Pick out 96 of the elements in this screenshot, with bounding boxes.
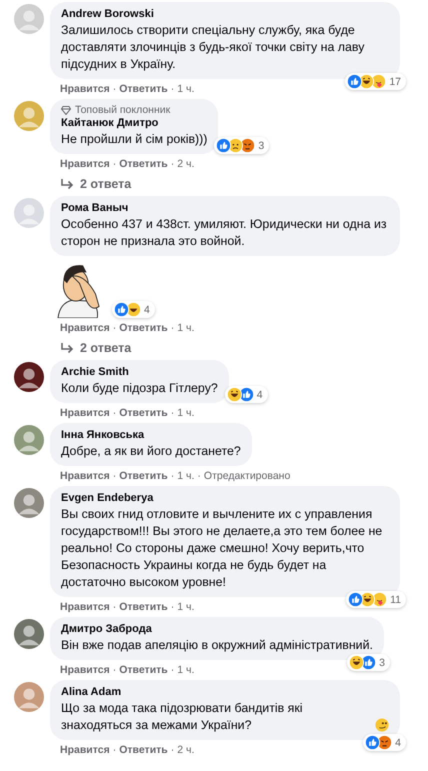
separator: · [170, 600, 174, 614]
action-link[interactable]: Ответить [119, 321, 168, 335]
reaction-count: 4 [256, 388, 264, 400]
separator: · [197, 469, 201, 483]
author-name[interactable]: Інна Янковська [61, 428, 241, 443]
fan-label: Топовый поклонник [75, 104, 170, 116]
action-link[interactable]: Ответить [119, 663, 168, 677]
comment-text: Вы своих гнид отловите и вычлените их с управления государством!!! Вы этого не делаете,а это тем более не реально! Со стороны даже смешно! Хочу верить,что Безопасность Украины когда не будь будет на достаточно высоком уровне! [61, 506, 384, 591]
comment-text: Особенно 437 и 438ст. умиляют. Юридически ни одна из сторон не признала это войной. [61, 216, 388, 250]
action-link[interactable]: Нравится [60, 600, 110, 614]
timestamp[interactable]: 1 ч. [177, 406, 194, 420]
replies-link[interactable]: 2 ответа [50, 171, 132, 193]
reaction-badge[interactable]: 3 [214, 137, 270, 154]
reaction-badge[interactable]: 11 [346, 591, 406, 608]
reaction-count: 3 [258, 140, 266, 152]
reaction-badge[interactable]: 17 [345, 73, 406, 90]
author-name[interactable]: Alina Adam [61, 685, 389, 700]
separator: · [170, 82, 174, 96]
reaction-count: 17 [389, 76, 402, 88]
timestamp[interactable]: 2 ч. [177, 743, 194, 757]
reaction-count: 3 [379, 656, 386, 668]
edited-label: Отредактировано [204, 469, 290, 483]
timestamp[interactable]: 2 ч. [177, 157, 194, 171]
action-link[interactable]: Нравится [60, 469, 110, 483]
comment-text: Добре, а як ви його достанете? [61, 443, 241, 460]
thumbs-up-icon [365, 735, 380, 750]
separator: · [112, 743, 116, 757]
author-name[interactable]: Дмитро Заброда [61, 622, 373, 637]
thumbs-up-icon [114, 302, 129, 317]
reaction-badge[interactable]: 4 [112, 301, 155, 318]
timestamp[interactable]: 1 ч. [177, 663, 194, 677]
thumbs-up-icon [348, 592, 364, 607]
comment-text: Не пройшли й сім років))) [61, 131, 208, 148]
separator: · [112, 600, 116, 614]
reply-arrow-icon [60, 342, 74, 354]
timestamp[interactable]: 1 ч. [177, 82, 194, 96]
emoji-face-icon [371, 74, 386, 89]
emoji-face-icon [359, 74, 374, 89]
separator: · [112, 406, 116, 420]
separator: · [170, 743, 174, 757]
action-link[interactable]: Нравится [60, 743, 110, 757]
separator: · [112, 663, 116, 677]
emoji-face-icon [372, 592, 388, 607]
action-link[interactable]: Ответить [119, 406, 168, 420]
action-link[interactable]: Нравится [60, 406, 110, 420]
separator: · [170, 157, 174, 171]
author-name[interactable]: Рома Ваныч [61, 201, 389, 216]
thumbs-up-icon [238, 387, 254, 402]
action-link[interactable]: Ответить [119, 600, 168, 614]
author-name[interactable]: Evgen Endeberya [61, 491, 389, 506]
emoji-face-icon [240, 138, 256, 153]
separator: · [170, 321, 174, 335]
thumbs-up-icon [361, 655, 376, 670]
action-link[interactable]: Ответить [119, 469, 168, 483]
timestamp[interactable]: 1 ч. [177, 469, 194, 483]
avatar[interactable] [14, 362, 44, 392]
action-link[interactable]: Нравится [60, 82, 110, 96]
reply-arrow-icon [60, 178, 74, 190]
separator: · [112, 82, 116, 96]
reaction-count: 4 [144, 304, 151, 316]
timestamp[interactable]: 1 ч. [177, 600, 194, 614]
timestamp[interactable]: 1 ч. [177, 321, 194, 335]
action-link[interactable]: Ответить [119, 743, 168, 757]
comment-text: Він вже подав апеляцію в окружний адміністративний. [61, 637, 373, 654]
emoji-face-icon [228, 138, 244, 153]
action-link[interactable]: Нравится [60, 157, 110, 171]
emoji-face-icon [226, 387, 242, 402]
reaction-badge[interactable]: 3 [347, 654, 390, 671]
action-link[interactable]: Нравится [60, 321, 110, 335]
author-name[interactable]: Archie Smith [61, 365, 218, 380]
separator: · [112, 157, 116, 171]
emoji-face-icon [360, 592, 376, 607]
replies-link[interactable]: 2 ответа [50, 335, 132, 357]
emoji-face-icon [377, 735, 392, 750]
reaction-badge[interactable]: 4 [363, 734, 406, 751]
separator: · [170, 406, 174, 420]
separator: · [112, 321, 116, 335]
reaction-count: 4 [395, 736, 402, 748]
action-link[interactable]: Ответить [119, 82, 168, 96]
action-link[interactable]: Нравится [60, 663, 110, 677]
thumbs-up-icon [216, 138, 232, 153]
author-name[interactable]: Кайтанюк Дмитро [61, 116, 208, 131]
emoji-face-icon [126, 302, 141, 317]
diamond-icon [61, 106, 71, 114]
reaction-count: 11 [390, 594, 402, 606]
thumbs-up-icon [347, 74, 362, 89]
separator: · [170, 663, 174, 677]
separator: · [112, 469, 116, 483]
comment-text: Коли буде підозра Гітлеру? [61, 380, 218, 397]
reaction-badge[interactable]: 4 [224, 386, 268, 403]
comment-text: Що за мода така підозрювати бандитів які знаходяться за межами України? [61, 700, 304, 734]
comment-text: Залишилось створити спеціальну службу, яка буде доставляти злочинців з будь-якої точки світу на лаву підсудних в Україну. [61, 22, 366, 73]
emoji-face-icon [349, 655, 364, 670]
separator: · [170, 469, 174, 483]
author-name[interactable]: Andrew Borowski [61, 7, 389, 22]
action-link[interactable]: Ответить [119, 157, 168, 171]
